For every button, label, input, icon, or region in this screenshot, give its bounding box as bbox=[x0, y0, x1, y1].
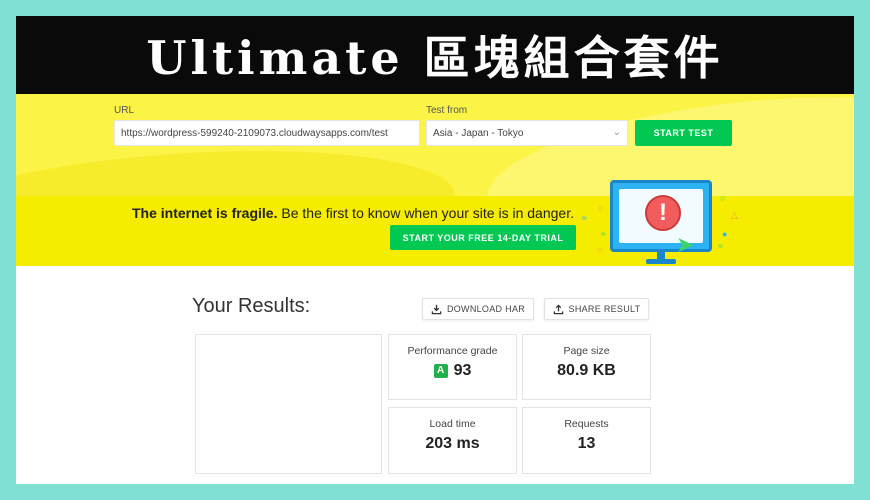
start-test-button[interactable]: START TEST bbox=[635, 120, 732, 146]
title-banner: Ultimate 區塊組合套件 bbox=[16, 16, 854, 94]
cursor-arrow-icon: ➤ bbox=[676, 232, 695, 257]
download-har-label: DOWNLOAD HAR bbox=[446, 304, 526, 314]
spark-icon: ≈ bbox=[718, 241, 723, 251]
free-trial-button[interactable]: START YOUR FREE 14-DAY TRIAL bbox=[390, 225, 576, 250]
metric-requests: Requests 13 bbox=[522, 407, 651, 474]
url-label: URL bbox=[114, 105, 135, 116]
promo-body-text: Be the first to know when your site is i… bbox=[277, 205, 574, 221]
share-result-button[interactable]: SHARE RESULT bbox=[544, 298, 649, 320]
grade-badge: A bbox=[433, 364, 448, 378]
share-result-label: SHARE RESULT bbox=[568, 304, 641, 314]
metric-value: 80.9 KB bbox=[557, 362, 616, 379]
promo-text: The internet is fragile. Be the first to… bbox=[132, 205, 574, 221]
banner-title: Ultimate 區塊組合套件 bbox=[146, 31, 724, 85]
metric-value: 93 bbox=[453, 362, 472, 379]
metric-page-size: Page size 80.9 KB bbox=[522, 334, 651, 400]
metric-label: Performance grade bbox=[407, 345, 498, 357]
promo-bold-text: The internet is fragile. bbox=[132, 205, 278, 221]
metric-label: Load time bbox=[429, 418, 476, 430]
page-screenshot-preview bbox=[195, 334, 382, 474]
download-har-button[interactable]: DOWNLOAD HAR bbox=[422, 298, 534, 320]
metric-performance-grade: Performance grade A 93 bbox=[388, 334, 517, 400]
metric-label: Requests bbox=[564, 418, 609, 430]
page-frame: Ultimate 區塊組合套件 URL https://wordpress-59… bbox=[16, 16, 854, 484]
url-input[interactable]: https://wordpress-599240-2109073.cloudwa… bbox=[114, 120, 420, 146]
spark-icon: ○ bbox=[598, 203, 604, 213]
alert-icon: ! bbox=[645, 195, 681, 231]
region-select-value: Asia - Japan - Tokyo bbox=[433, 128, 524, 139]
region-label: Test from bbox=[426, 105, 468, 116]
download-icon bbox=[431, 304, 442, 314]
spark-icon: ≈ bbox=[582, 213, 587, 223]
spark-icon: △ bbox=[731, 210, 738, 220]
spark-icon: ● bbox=[722, 229, 728, 239]
share-icon bbox=[553, 303, 563, 314]
spark-icon: ○ bbox=[720, 193, 726, 203]
metric-value: 13 bbox=[577, 435, 596, 452]
metric-label: Page size bbox=[563, 345, 610, 357]
spark-icon: ○ bbox=[597, 245, 603, 255]
results-title: Your Results: bbox=[192, 295, 311, 317]
monitor-base bbox=[646, 259, 676, 264]
metric-value: 203 ms bbox=[425, 435, 480, 452]
chevron-down-icon: ⌄ bbox=[612, 127, 621, 138]
monitor-illustration-icon: ! bbox=[610, 180, 712, 252]
spark-icon: ≈ bbox=[601, 229, 606, 239]
metric-load-time: Load time 203 ms bbox=[388, 407, 517, 474]
region-select[interactable]: Asia - Japan - Tokyo ⌄ bbox=[426, 120, 628, 146]
